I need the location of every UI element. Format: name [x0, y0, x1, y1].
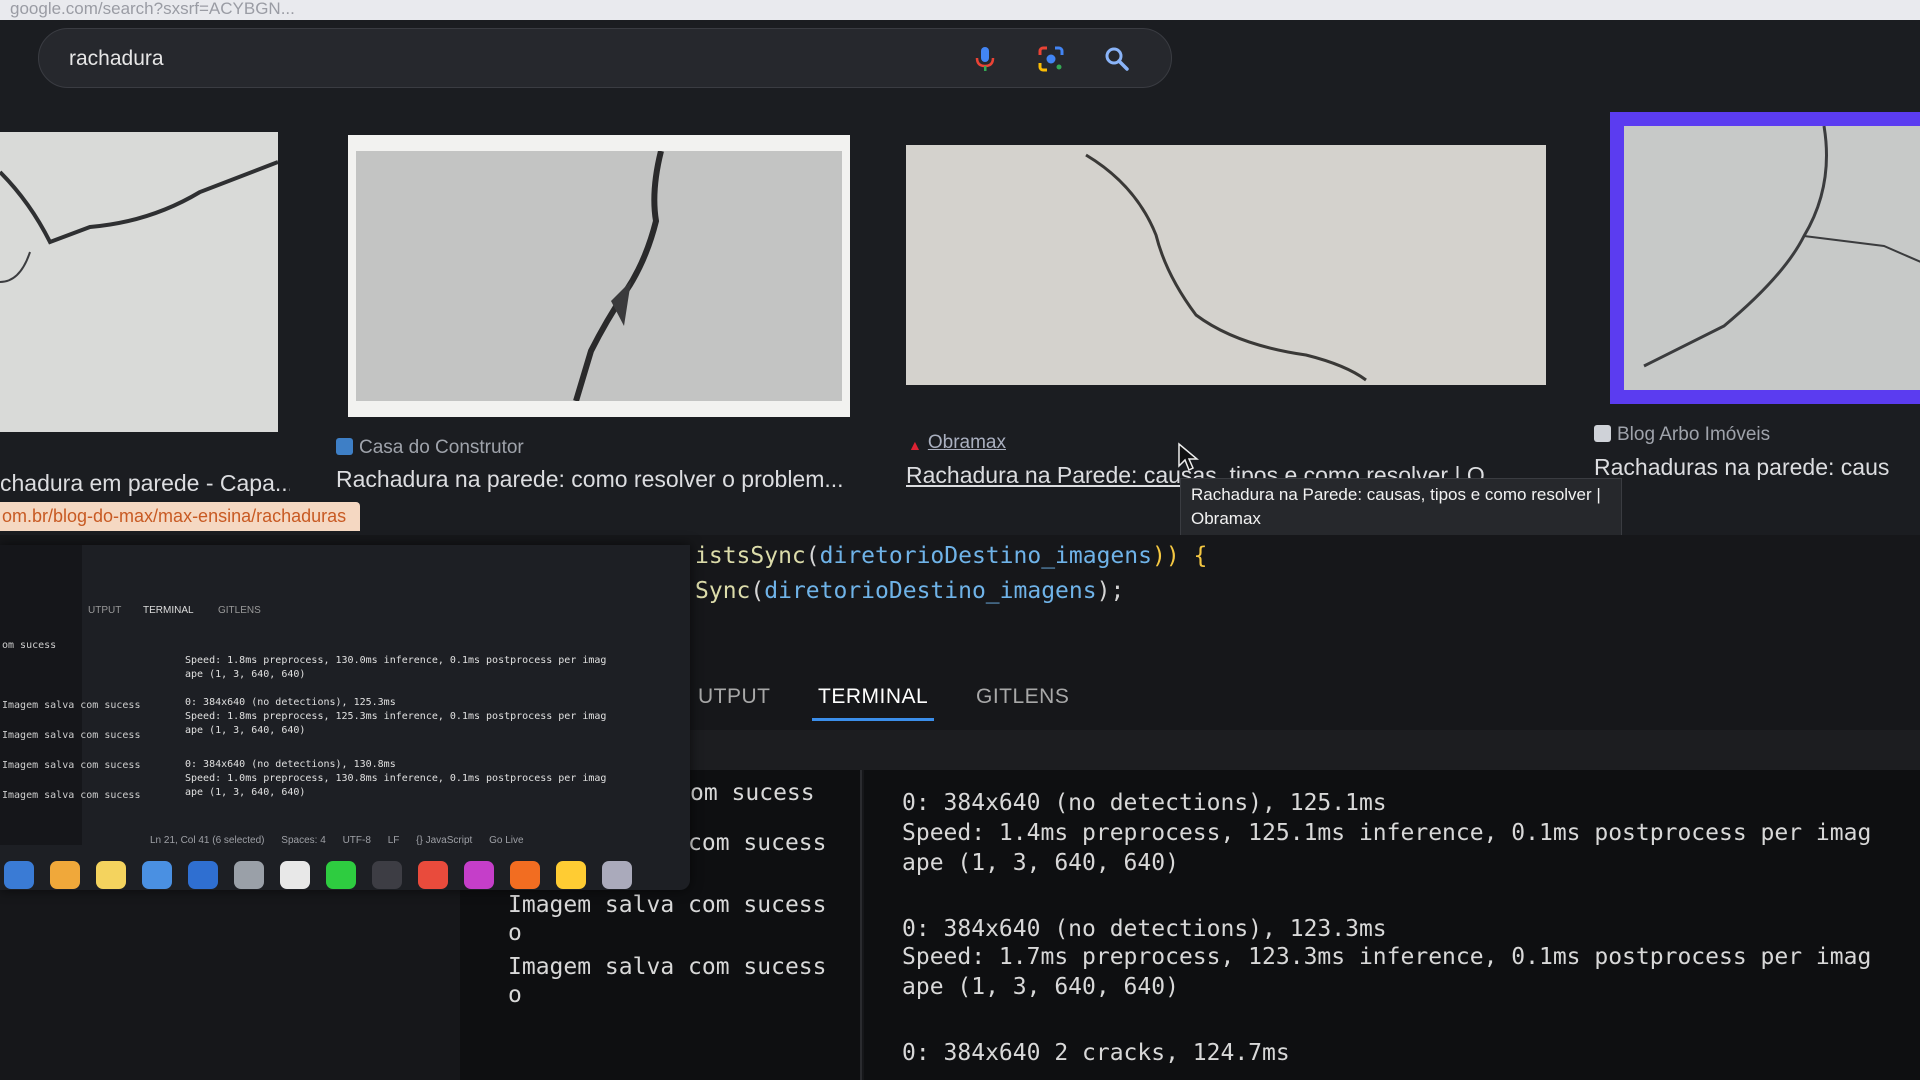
status-go-live[interactable]: Go Live: [489, 835, 523, 846]
result-source-label: Obramax: [927, 432, 1006, 453]
dock-app-icon[interactable]: [372, 861, 402, 889]
result-source-4[interactable]: Blog Arbo Imóveis: [1594, 424, 1770, 446]
terminal-line: 0: 384x640 2 cracks, 124.7ms: [902, 1040, 1290, 1066]
laptop-terminal-line: ape (1, 3, 640, 640): [185, 787, 306, 798]
status-cursor-position[interactable]: Ln 21, Col 41 (6 selected): [150, 835, 265, 846]
result-title-4[interactable]: Rachaduras na parede: caus: [1594, 454, 1920, 481]
search-bar[interactable]: rachadura: [38, 28, 1172, 88]
code-function: Sync: [695, 578, 751, 604]
laptop-tab-terminal[interactable]: TERMINAL: [143, 605, 194, 616]
laptop-terminal-line: 0: 384x640 (no detections), 125.3ms: [185, 697, 396, 708]
result-source-label: Blog Arbo Imóveis: [1617, 424, 1771, 445]
search-icon[interactable]: [1101, 43, 1133, 75]
tab-gitlens[interactable]: GITLENS: [976, 685, 1069, 709]
terminal-line: ape (1, 3, 640, 640): [902, 974, 1179, 1000]
dock-app-icon[interactable]: [326, 861, 356, 889]
terminal-line: om sucess: [690, 780, 815, 806]
laptop-terminal-line: 0: 384x640 (no detections), 130.8ms: [185, 759, 396, 770]
casa-do-construtor-favicon-icon: [336, 438, 353, 455]
laptop-status-bar: Ln 21, Col 41 (6 selected) Spaces: 4 UTF…: [150, 835, 538, 846]
laptop-left-line: Imagem salva com sucess: [2, 730, 141, 741]
lens-icon[interactable]: [1035, 43, 1067, 75]
laptop-left-line: Imagem salva com sucess: [2, 700, 141, 711]
code-punctuation: );: [1096, 578, 1125, 604]
terminal-line: 0: 384x640 (no detections), 125.1ms: [902, 790, 1387, 816]
result-title-2[interactable]: Rachadura na parede: como resolver o pro…: [336, 466, 876, 493]
laptop-tab-output[interactable]: UTPUT: [88, 605, 121, 616]
terminal-header-bar: [690, 730, 1920, 770]
laptop-terminal-line: Speed: 1.8ms preprocess, 130.0ms inferen…: [185, 655, 607, 666]
laptop-sidebar: om sucess Imagem salva com sucess Imagem…: [0, 545, 140, 845]
dock-app-icon[interactable]: [280, 861, 310, 889]
mic-icon[interactable]: [969, 43, 1001, 75]
result-title-1[interactable]: chadura em parede - Capa...: [0, 470, 290, 497]
status-language[interactable]: {} JavaScript: [416, 835, 472, 846]
tab-output[interactable]: UTPUT: [698, 685, 771, 709]
code-variable: diretorioDestino_imagens: [819, 543, 1152, 569]
dock-app-icon[interactable]: [602, 861, 632, 889]
laptop-left-line: Imagem salva com sucess: [2, 760, 141, 771]
address-bar[interactable]: google.com/search?sxsrf=ACYBGN...: [0, 0, 1920, 20]
dock-app-icon[interactable]: [4, 861, 34, 889]
terminal-line: o: [508, 920, 522, 946]
blog-arbo-favicon-icon: [1594, 425, 1611, 442]
dock-app-icon[interactable]: [50, 861, 80, 889]
address-bar-url: google.com/search?sxsrf=ACYBGN...: [10, 0, 295, 18]
dock-app-icon[interactable]: [188, 861, 218, 889]
search-input[interactable]: rachadura: [69, 47, 164, 71]
result-image-3[interactable]: [906, 145, 1546, 385]
panel-tabs: UTPUT TERMINAL GITLENS: [690, 675, 1920, 725]
terminal-line: Speed: 1.4ms preprocess, 125.1ms inferen…: [902, 820, 1872, 846]
terminal-line: Imagem salva com sucess: [508, 954, 827, 980]
dock-app-icon[interactable]: [556, 861, 586, 889]
dock-app-icon[interactable]: [418, 861, 448, 889]
code-variable: diretorioDestino_imagens: [764, 578, 1097, 604]
laptop-screen: om sucess Imagem salva com sucess Imagem…: [0, 545, 690, 890]
status-encoding[interactable]: UTF-8: [343, 835, 371, 846]
laptop-terminal-line: ape (1, 3, 640, 640): [185, 669, 306, 680]
result-image-4-selected[interactable]: [1610, 112, 1920, 404]
code-punctuation: )) {: [1151, 543, 1208, 569]
result-source-2[interactable]: Casa do Construtor: [336, 437, 524, 459]
result-source-3[interactable]: ▲ Obramax: [908, 432, 1006, 454]
obramax-favicon-icon: ▲: [908, 437, 922, 453]
result-source-label: Casa do Construtor: [359, 437, 524, 458]
tab-terminal[interactable]: TERMINAL: [811, 685, 935, 721]
terminal-line: Imagem salva com sucess: [508, 892, 827, 918]
link-status-url: om.br/blog-do-max/max-ensina/rachaduras: [0, 502, 361, 531]
dock-app-icon[interactable]: [142, 861, 172, 889]
mouse-cursor-icon: [1178, 442, 1199, 472]
terminal-line: 0: 384x640 (no detections), 123.3ms: [902, 916, 1387, 942]
laptop-left-line: om sucess: [2, 640, 57, 651]
result-image-1[interactable]: [0, 132, 278, 432]
terminal-line: ape (1, 3, 640, 640): [902, 850, 1179, 876]
result-image-2[interactable]: [348, 135, 850, 417]
dock-app-icon[interactable]: [234, 861, 264, 889]
title-tooltip: Rachadura na Parede: causas, tipos e com…: [1180, 478, 1622, 535]
status-eol[interactable]: LF: [388, 835, 400, 846]
code-line[interactable]: istsSync(diretorioDestino_imagens)) {: [695, 543, 1207, 569]
dock-app-icon[interactable]: [96, 861, 126, 889]
browser-window: google.com/search?sxsrf=ACYBGN... rachad…: [0, 0, 1920, 535]
status-spaces[interactable]: Spaces: 4: [281, 835, 325, 846]
code-function: istsSync: [695, 543, 806, 569]
laptop-terminal-line: ape (1, 3, 640, 640): [185, 725, 306, 736]
dock-app-icon[interactable]: [510, 861, 540, 889]
terminal-pane-right[interactable]: 0: 384x640 (no detections), 125.1ms Spee…: [864, 770, 1920, 1080]
terminal-line: Speed: 1.7ms preprocess, 123.3ms inferen…: [902, 944, 1872, 970]
laptop-tab-gitlens[interactable]: GITLENS: [218, 605, 261, 616]
laptop-left-line: Imagem salva com sucess: [2, 790, 141, 801]
macos-dock: [0, 857, 690, 890]
code-line[interactable]: Sync(diretorioDestino_imagens);: [695, 578, 1124, 604]
laptop-terminal-line: Speed: 1.8ms preprocess, 125.3ms inferen…: [185, 711, 607, 722]
laptop-terminal-line: Speed: 1.0ms preprocess, 130.8ms inferen…: [185, 773, 607, 784]
dock-app-icon[interactable]: [464, 861, 494, 889]
terminal-line: o: [508, 982, 522, 1008]
